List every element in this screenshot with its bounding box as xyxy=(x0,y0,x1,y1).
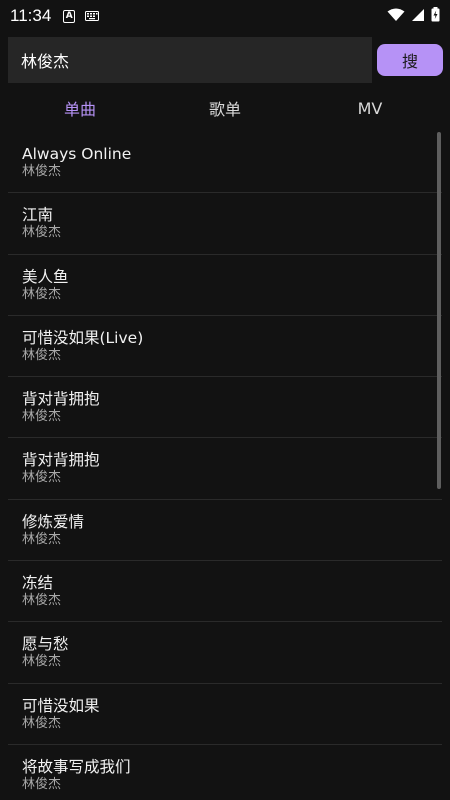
song-artist: 林俊杰 xyxy=(22,409,62,425)
song-title: 冻结 xyxy=(22,574,54,593)
song-item[interactable]: 将故事写成我们 林俊杰 xyxy=(8,745,442,800)
song-title: 愿与愁 xyxy=(22,635,69,654)
song-item[interactable]: 愿与愁 林俊杰 xyxy=(8,622,442,684)
search-bar: 搜 xyxy=(0,37,450,83)
song-title: 背对背拥抱 xyxy=(22,451,100,470)
search-button[interactable]: 搜 xyxy=(377,44,443,76)
battery-charging-icon xyxy=(431,6,440,26)
song-artist: 林俊杰 xyxy=(22,225,62,241)
signal-icon xyxy=(411,7,425,26)
song-artist: 林俊杰 xyxy=(22,286,62,302)
song-artist: 林俊杰 xyxy=(22,776,62,792)
song-artist: 林俊杰 xyxy=(22,593,62,609)
song-title: 将故事写成我们 xyxy=(22,757,131,776)
song-title: 美人鱼 xyxy=(22,267,69,286)
song-title: 修炼爱情 xyxy=(22,512,85,531)
song-item[interactable]: 江南 林俊杰 xyxy=(8,193,442,255)
song-artist: 林俊杰 xyxy=(22,531,62,547)
song-item[interactable]: 背对背拥抱 林俊杰 xyxy=(8,377,442,439)
song-artist: 林俊杰 xyxy=(22,164,62,179)
song-title: 可惜没如果 xyxy=(22,696,100,715)
wifi-icon xyxy=(387,7,405,26)
song-item[interactable]: 美人鱼 林俊杰 xyxy=(8,255,442,316)
song-item[interactable]: 可惜没如果(Live) 林俊杰 xyxy=(8,316,442,378)
tab-songs[interactable]: 单曲 xyxy=(20,90,140,126)
search-input[interactable] xyxy=(8,37,372,83)
status-time: 11:34 xyxy=(10,6,52,25)
song-title: Always Online xyxy=(22,145,132,163)
tab-playlists[interactable]: 歌单 xyxy=(165,90,285,126)
song-title: 江南 xyxy=(22,206,54,225)
tab-mv[interactable]: MV xyxy=(310,90,430,126)
song-artist: 林俊杰 xyxy=(22,654,62,670)
song-artist: 林俊杰 xyxy=(22,347,62,363)
song-artist: 林俊杰 xyxy=(22,715,62,731)
song-item[interactable]: 背对背拥抱 林俊杰 xyxy=(8,438,442,500)
song-item[interactable]: 冻结 林俊杰 xyxy=(8,561,442,623)
tab-bar: 单曲 歌单 MV xyxy=(0,90,450,126)
song-title: 可惜没如果(Live) xyxy=(22,328,144,347)
keyboard-icon xyxy=(85,11,100,21)
a-box-icon: A xyxy=(63,9,76,23)
song-title: 背对背拥抱 xyxy=(22,390,100,409)
song-item[interactable]: 可惜没如果 林俊杰 xyxy=(8,684,442,745)
system-icons xyxy=(387,6,440,26)
list-scrollbar[interactable] xyxy=(437,132,441,489)
song-item[interactable]: 修炼爱情 林俊杰 xyxy=(8,500,442,562)
status-bar: 11:34 A xyxy=(0,0,450,32)
song-artist: 林俊杰 xyxy=(22,470,62,486)
notification-icons: A xyxy=(63,9,100,23)
song-item[interactable]: Always Online 林俊杰 xyxy=(8,132,442,194)
song-list: Always Online 林俊杰 江南 林俊杰 美人鱼 林俊杰 可惜没如果(L… xyxy=(8,132,442,800)
